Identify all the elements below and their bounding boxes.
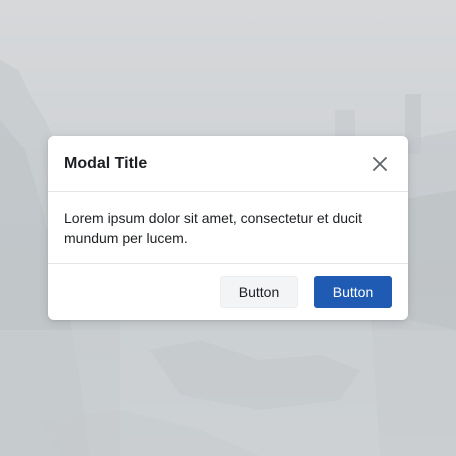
secondary-button[interactable]: Button xyxy=(220,276,298,308)
modal-header: Modal Title xyxy=(48,136,408,192)
modal-body: Lorem ipsum dolor sit amet, consectetur … xyxy=(48,192,408,264)
modal-body-text: Lorem ipsum dolor sit amet, consectetur … xyxy=(64,210,363,246)
modal-title: Modal Title xyxy=(64,155,148,172)
modal-dialog: Modal Title Lorem ipsum dolor sit amet, … xyxy=(48,136,408,320)
modal-footer: Button Button xyxy=(48,264,408,320)
close-button[interactable] xyxy=(370,154,390,174)
primary-button[interactable]: Button xyxy=(314,276,392,308)
close-icon xyxy=(373,157,387,171)
